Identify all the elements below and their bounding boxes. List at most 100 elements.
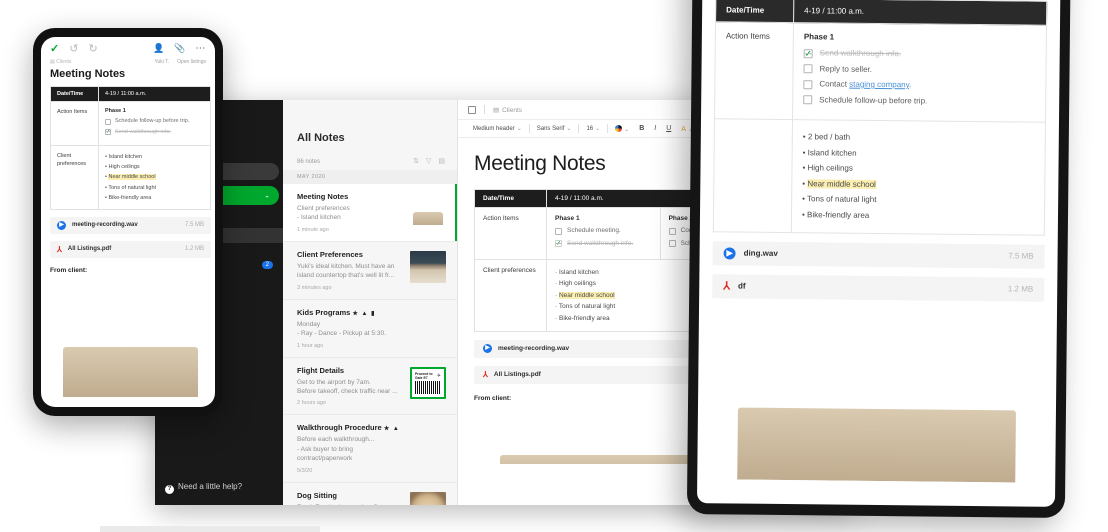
note-preview-2: - Island kitchen bbox=[297, 214, 341, 222]
table-row-action-items: Action Items Phase 1 Send walkthrough in… bbox=[714, 21, 1047, 123]
attachment-size: 7.5 MB bbox=[1008, 251, 1034, 261]
table-row-action-items: Action Items Phase 1 Schedule follow-up … bbox=[50, 101, 211, 146]
staging-company-link[interactable]: staging company bbox=[849, 80, 909, 90]
note-list-item[interactable]: Meeting Notes Client preferences - Islan… bbox=[283, 184, 457, 242]
checkbox-checked-icon[interactable] bbox=[803, 48, 813, 58]
notebook-icon: ▤ bbox=[493, 106, 500, 114]
client-prefs-cell: • 2 bed / bath • Island kitchen • High c… bbox=[791, 119, 1046, 235]
table-row-datetime: Date/Time 4-19 / 11:00 a.m. bbox=[50, 86, 211, 102]
note-title: Walkthrough Procedure ★ ▲ bbox=[297, 423, 400, 433]
note-list-item[interactable]: Flight Details Get to the airport by 7am… bbox=[283, 358, 457, 416]
note-preview-2: Before takeoff, check traffic near ... bbox=[297, 387, 398, 395]
phase1-label: Phase 1 bbox=[105, 108, 126, 114]
action-items-label: Action Items bbox=[474, 207, 547, 260]
checkbox-icon[interactable] bbox=[803, 79, 813, 89]
redo-icon[interactable]: ↻ bbox=[88, 42, 97, 55]
attachment-row[interactable]: ⅄ df 1.2 MB bbox=[712, 273, 1045, 302]
sort-icon[interactable]: ⇅ bbox=[413, 158, 419, 165]
meeting-notes-table: Date/Time 4-19 / 11:00 a.m. Action Items… bbox=[712, 0, 1048, 236]
undo-icon[interactable]: ↺ bbox=[69, 42, 78, 55]
checkbox-icon[interactable] bbox=[803, 95, 813, 105]
attachment-size: 1.2 MB bbox=[1007, 284, 1034, 294]
checkbox-icon[interactable] bbox=[555, 227, 562, 235]
note-icon bbox=[468, 105, 476, 114]
table-row-client-prefs: Client preferences • Island kitchen • Hi… bbox=[50, 145, 211, 210]
chevron-down-icon: ⌄ bbox=[516, 126, 522, 132]
action-items-label: Action Items bbox=[50, 101, 99, 146]
note-list-item[interactable]: Kids Programs ★ ▲ ▮ Monday - Ray - Dance… bbox=[283, 300, 457, 358]
checklist-item[interactable]: Contact staging company. bbox=[803, 79, 1035, 91]
phase1-cell: Phase 1 Schedule follow-up before trip. … bbox=[98, 101, 211, 146]
tablet-device: ✓ ↺ ↻ 👤 📎 ⋯ ▤ Clients Yuki T. Open listi… bbox=[686, 0, 1072, 518]
add-person-icon[interactable]: 👤 bbox=[153, 43, 164, 54]
font-dropdown[interactable]: Sans Serif ⌄ bbox=[532, 125, 577, 132]
note-list-item[interactable]: Dog Sitting Food: Feed twice per day. Sp… bbox=[283, 483, 457, 505]
audio-icon: ▶ bbox=[57, 220, 66, 230]
bullet-item: • 2 bed / bath bbox=[802, 132, 851, 142]
note-emoji: ★ ▲ bbox=[383, 426, 400, 433]
datetime-value: 4-19 / 11:00 a.m. bbox=[793, 0, 1047, 26]
checkbox-icon[interactable] bbox=[105, 118, 111, 125]
bullet-item: • Bike-friendly area bbox=[105, 194, 152, 201]
need-help-button[interactable]: ? Need a little help? bbox=[165, 482, 242, 494]
underline-button[interactable]: U bbox=[661, 125, 676, 132]
filter-icon[interactable]: ▽ bbox=[426, 158, 431, 165]
checkbox-icon[interactable] bbox=[803, 64, 813, 74]
note-preview-1: Client preferences bbox=[297, 205, 350, 212]
note-thumbnail bbox=[410, 491, 446, 505]
divider bbox=[484, 105, 485, 114]
note-list-item[interactable]: Walkthrough Procedure ★ ▲ Before each wa… bbox=[283, 415, 457, 483]
checklist-item[interactable]: Reply to seller. bbox=[803, 64, 1035, 76]
add-attachment-icon[interactable]: 📎 bbox=[174, 43, 185, 54]
view-icon[interactable]: ▤ bbox=[438, 158, 445, 165]
done-check-icon[interactable]: ✓ bbox=[50, 42, 59, 55]
breadcrumb[interactable]: ▤ Clients bbox=[493, 106, 522, 114]
checklist-item[interactable]: Schedule follow-up before trip. bbox=[803, 95, 1035, 107]
checklist-label: Send walkthrough info. bbox=[567, 239, 634, 247]
attachment-name: df bbox=[737, 281, 746, 291]
client-prefs-label bbox=[713, 118, 793, 233]
style-dropdown[interactable]: Medium header ⌄ bbox=[468, 125, 527, 132]
checkbox-checked-icon[interactable] bbox=[105, 129, 111, 135]
checklist-label: Schedule follow-up before trip. bbox=[115, 118, 190, 124]
italic-button[interactable]: I bbox=[649, 125, 661, 132]
bullet-item: • Bike-friendly area bbox=[801, 210, 870, 220]
attachment-row[interactable]: ▶ ding.wav 7.5 MB bbox=[712, 240, 1045, 269]
checklist-item[interactable]: Schedule follow-up before trip. bbox=[105, 118, 204, 125]
checklist-item[interactable]: Schedule meeting. bbox=[555, 227, 652, 235]
checklist-item[interactable]: Send walkthrough info. bbox=[803, 48, 1036, 60]
checkbox-icon[interactable] bbox=[668, 227, 676, 235]
attachment-size: 7.5 MB bbox=[184, 222, 204, 229]
checklist-item[interactable]: Send walkthrough info. bbox=[105, 129, 204, 135]
more-options-icon[interactable]: ⋯ bbox=[195, 43, 206, 54]
checkbox-checked-icon[interactable] bbox=[555, 240, 562, 247]
text-color-button[interactable]: ⌄ bbox=[610, 124, 634, 133]
from-client-label: From client: bbox=[50, 266, 88, 274]
table-row-client-prefs: • 2 bed / bath • Island kitchen • High c… bbox=[713, 118, 1046, 235]
need-help-label: Need a little help? bbox=[178, 482, 243, 491]
user-label[interactable]: Yuki T. bbox=[154, 59, 169, 65]
chevron-down-icon: ⌄ bbox=[264, 192, 270, 199]
note-title: Kids Programs ★ ▲ ▮ bbox=[297, 307, 376, 317]
meeting-notes-table: Date/Time 4-19 / 11:00 a.m. Action Items… bbox=[50, 86, 211, 210]
breadcrumb[interactable]: ▤ Clients bbox=[50, 59, 71, 65]
color-swatch-icon bbox=[615, 124, 623, 132]
notebook-label[interactable]: Open listings bbox=[177, 59, 206, 65]
attachment-name: meeting-recording.wav bbox=[498, 345, 570, 353]
checklist-label: Reply to seller. bbox=[819, 63, 873, 74]
bold-button[interactable]: B bbox=[634, 125, 649, 132]
note-preview-2: island countertop that's well lit fr... bbox=[297, 272, 394, 280]
attachment-row[interactable]: ⅄ All Listings.pdf 1.2 MB bbox=[50, 240, 211, 258]
phone-breadcrumb-row: ▤ Clients Yuki T. Open listings bbox=[41, 59, 215, 68]
attachment-row[interactable]: ▶ meeting-recording.wav 7.5 MB bbox=[50, 216, 211, 234]
audio-icon: ▶ bbox=[723, 246, 736, 260]
phone-screen: ✓ ↺ ↻ 👤 📎 ⋯ ▤ Clients Yuki T. Open listi… bbox=[41, 37, 215, 407]
note-preview-1: Yuki's ideal kitchen. Must have an bbox=[297, 262, 395, 270]
datetime-label: Date/Time bbox=[50, 86, 99, 102]
font-size-dropdown[interactable]: 16 ⌄ bbox=[581, 125, 605, 132]
note-preview-1: Get to the airport by 7am. bbox=[297, 378, 371, 386]
checklist-label: Schedule meeting. bbox=[567, 227, 621, 234]
checkbox-icon[interactable] bbox=[668, 240, 676, 247]
note-list-item[interactable]: Client Preferences Yuki's ideal kitchen.… bbox=[283, 242, 457, 300]
checklist-item[interactable]: Send walkthrough info. bbox=[555, 239, 652, 247]
